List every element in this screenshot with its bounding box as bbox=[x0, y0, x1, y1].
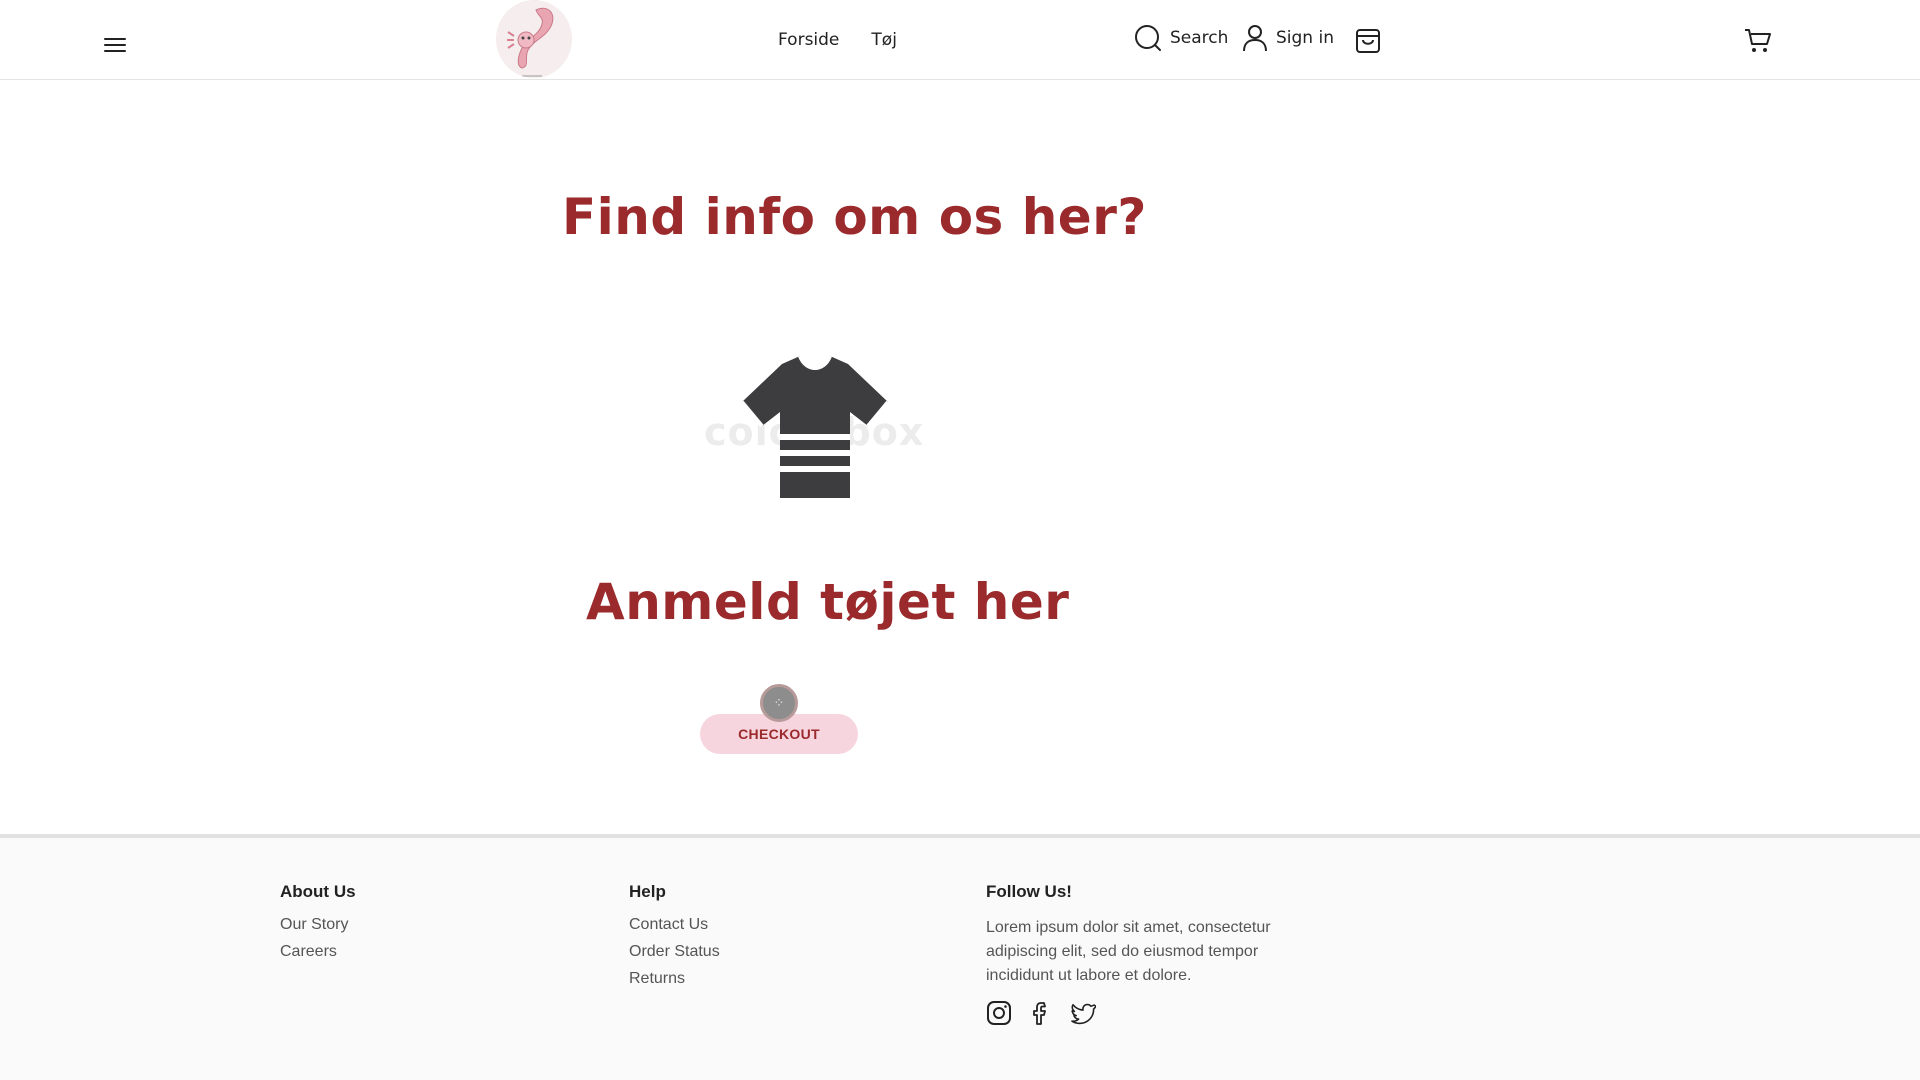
main-nav: Forside Tøj bbox=[778, 30, 897, 50]
facebook-icon[interactable] bbox=[1028, 1000, 1054, 1026]
twitter-icon[interactable] bbox=[1070, 1000, 1097, 1026]
footer-about: About Us Our Story Careers bbox=[280, 882, 356, 970]
footer-about-heading: About Us bbox=[280, 882, 356, 901]
user-icon bbox=[1243, 25, 1267, 52]
shopping-bag-button[interactable] bbox=[1355, 26, 1381, 54]
search-button[interactable]: Search bbox=[1134, 24, 1228, 52]
footer-link-careers[interactable]: Careers bbox=[280, 943, 356, 961]
footer-follow-heading: Follow Us! bbox=[986, 882, 1072, 901]
nav-toj[interactable]: Tøj bbox=[871, 30, 897, 50]
footer-follow: Follow Us! Lorem ipsum dolor sit amet, c… bbox=[986, 882, 1306, 1026]
sign-in-label: Sign in bbox=[1276, 28, 1334, 48]
page-title: Find info om os her? bbox=[562, 188, 1147, 246]
search-icon bbox=[1135, 25, 1161, 51]
axolotl-logo[interactable] bbox=[496, 0, 572, 78]
instagram-icon[interactable] bbox=[986, 1000, 1012, 1026]
search-label: Search bbox=[1170, 28, 1229, 48]
footer-link-order-status[interactable]: Order Status bbox=[629, 943, 720, 961]
site-footer: About Us Our Story Careers Help Contact … bbox=[0, 834, 1920, 1080]
footer-help: Help Contact Us Order Status Returns bbox=[629, 882, 720, 997]
footer-link-returns[interactable]: Returns bbox=[629, 970, 720, 988]
footer-follow-text: Lorem ipsum dolor sit amet, consectetur … bbox=[986, 919, 1271, 984]
footer-link-contact-us[interactable]: Contact Us bbox=[629, 916, 720, 934]
tshirt-icon bbox=[740, 355, 890, 498]
drag-handle-icon[interactable]: ⁘ bbox=[760, 684, 798, 722]
tshirt-image: colourbox bbox=[700, 350, 930, 510]
shopping-bag-icon bbox=[1356, 29, 1380, 53]
footer-link-our-story[interactable]: Our Story bbox=[280, 916, 356, 934]
hamburger-menu-icon[interactable] bbox=[104, 38, 126, 56]
nav-forside[interactable]: Forside bbox=[778, 30, 839, 50]
social-links bbox=[986, 1000, 1306, 1026]
footer-help-heading: Help bbox=[629, 882, 666, 901]
sign-in-button[interactable]: Sign in bbox=[1242, 24, 1334, 52]
site-header: Forside Tøj Search Sign in bbox=[0, 0, 1920, 80]
cart-button[interactable] bbox=[1744, 28, 1772, 54]
review-title: Anmeld tøjet her bbox=[586, 573, 1070, 631]
cart-icon bbox=[1745, 29, 1771, 52]
